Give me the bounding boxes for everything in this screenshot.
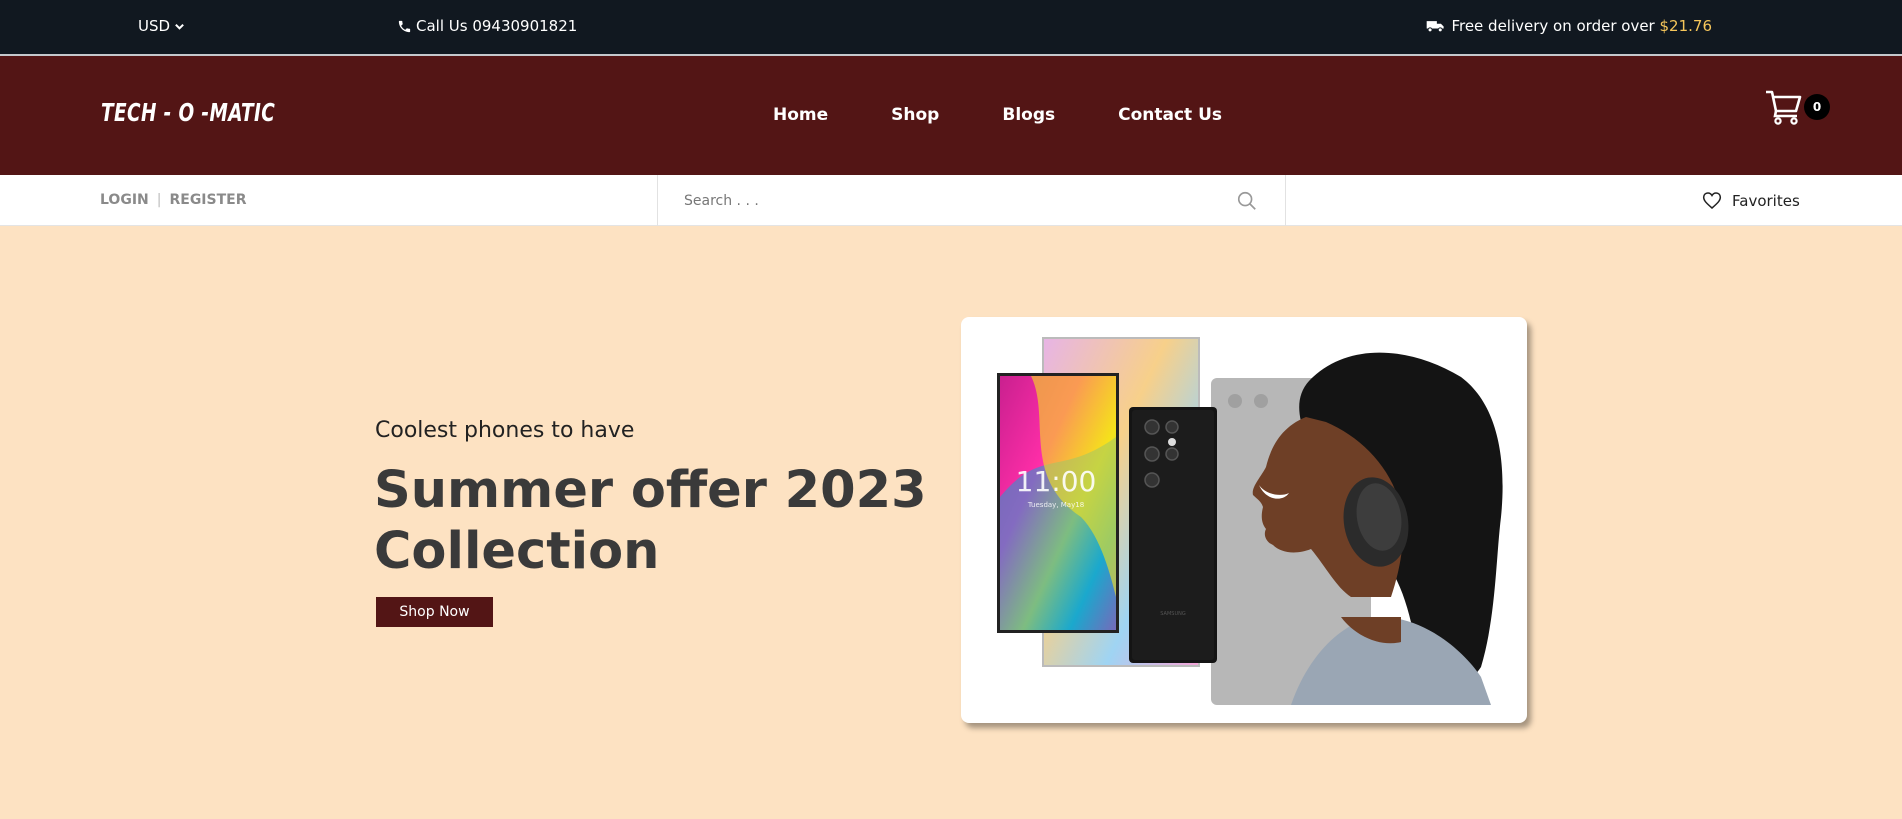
nav-home[interactable]: Home xyxy=(773,105,828,125)
cart-icon xyxy=(1766,90,1802,125)
delivery-text: Free delivery on order over $21.76 xyxy=(1451,17,1712,35)
nav-blogs[interactable]: Blogs xyxy=(1002,105,1055,125)
phones-and-woman-illustration: 11:00 Tuesday, May18 SAMSUNG xyxy=(997,337,1503,705)
auth-links: LOGIN | REGISTER xyxy=(100,192,247,208)
favorites-label: Favorites xyxy=(1732,191,1800,210)
hero-image: 11:00 Tuesday, May18 SAMSUNG xyxy=(961,317,1527,723)
top-bar: USD Call Us 09430901821 Free delivery on… xyxy=(0,0,1902,54)
shop-now-button[interactable]: Shop Now xyxy=(376,597,493,627)
phone-brand: SAMSUNG xyxy=(1160,611,1186,617)
currency-label: USD xyxy=(138,17,171,35)
favorites-link[interactable]: Favorites xyxy=(1702,191,1800,210)
cart-button[interactable]: 0 xyxy=(1765,89,1830,129)
search-icon[interactable] xyxy=(1236,190,1258,212)
site-logo[interactable]: TECH - O -MATIC xyxy=(101,98,275,127)
phone-date: Tuesday, May18 xyxy=(1027,501,1084,509)
delivery-notice: Free delivery on order over $21.76 xyxy=(1426,17,1712,35)
search-input[interactable] xyxy=(684,189,1204,213)
main-header: TECH - O -MATIC Home Shop Blogs Contact … xyxy=(0,56,1902,175)
auth-separator: | xyxy=(156,192,162,208)
nav-contact-us[interactable]: Contact Us xyxy=(1118,105,1222,125)
phone-contact: Call Us 09430901821 xyxy=(397,17,577,35)
register-link[interactable]: REGISTER xyxy=(169,192,246,208)
search-bar xyxy=(657,175,1286,226)
phone-icon xyxy=(398,20,411,32)
delivery-price: $21.76 xyxy=(1659,17,1713,35)
nav-shop[interactable]: Shop xyxy=(891,105,939,125)
login-link[interactable]: LOGIN xyxy=(100,192,149,208)
truck-icon xyxy=(1427,20,1445,32)
heart-icon xyxy=(1702,192,1722,209)
currency-select[interactable]: USD xyxy=(138,17,185,35)
chevron-down-icon xyxy=(175,23,184,30)
sub-bar: LOGIN | REGISTER Favorites xyxy=(0,175,1902,226)
phone-text: Call Us 09430901821 xyxy=(416,17,578,35)
hero-title: Summer offer 2023 Collection xyxy=(374,461,927,581)
cart-count-badge: 0 xyxy=(1804,94,1830,120)
hero-subtitle: Coolest phones to have xyxy=(375,418,635,443)
main-nav: Home Shop Blogs Contact Us xyxy=(773,105,1222,125)
phone-time: 11:00 xyxy=(1016,465,1097,498)
